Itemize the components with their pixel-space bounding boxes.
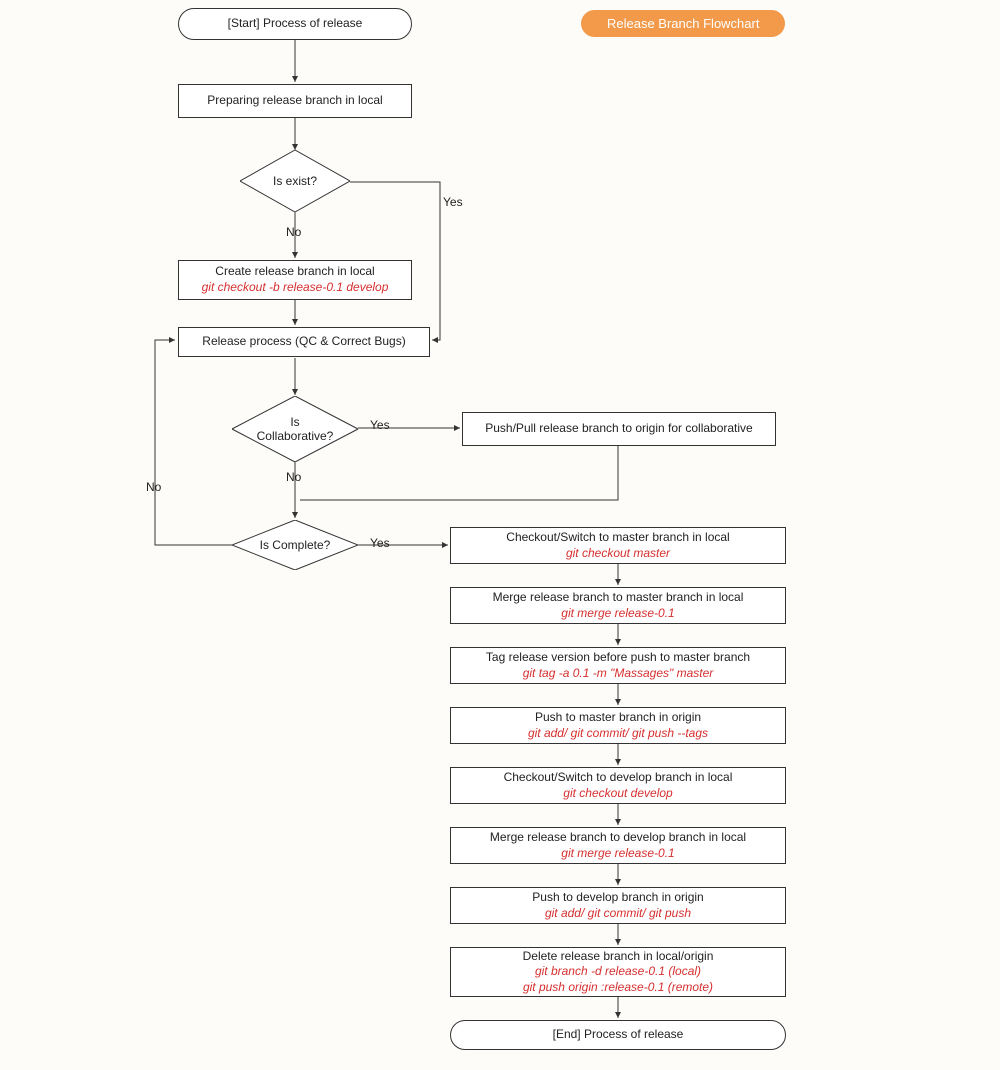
prepare-process: Preparing release branch in local — [178, 84, 412, 118]
merge-master-text: Merge release branch to master branch in… — [493, 590, 744, 606]
merge-develop-text: Merge release branch to develop branch i… — [490, 830, 746, 846]
checkout-develop-cmd: git checkout develop — [563, 786, 672, 802]
end-terminator: [End] Process of release — [450, 1020, 786, 1050]
title-badge: Release Branch Flowchart — [581, 10, 785, 37]
create-process: Create release branch in local git check… — [178, 260, 412, 300]
collab-decision-label: Is Collaborative? — [232, 415, 358, 443]
push-master-text: Push to master branch in origin — [535, 710, 701, 726]
collab-decision: Is Collaborative? — [232, 396, 358, 462]
exist-decision: Is exist? — [240, 150, 350, 212]
checkout-master-process: Checkout/Switch to master branch in loca… — [450, 527, 786, 564]
tag-cmd: git tag -a 0.1 -m "Massages" master — [523, 666, 714, 682]
checkout-master-cmd: git checkout master — [566, 546, 670, 562]
complete-decision-label: Is Complete? — [232, 538, 358, 552]
push-master-process: Push to master branch in origin git add/… — [450, 707, 786, 744]
create-cmd: git checkout -b release-0.1 develop — [202, 280, 389, 296]
push-develop-cmd: git add/ git commit/ git push — [545, 906, 691, 922]
collab-no-label: No — [286, 470, 301, 484]
delete-cmd2: git push origin :release-0.1 (remote) — [523, 980, 713, 996]
collab-yes-label: Yes — [370, 418, 390, 432]
checkout-develop-text: Checkout/Switch to develop branch in loc… — [504, 770, 733, 786]
complete-yes-label: Yes — [370, 536, 390, 550]
exist-yes-label: Yes — [443, 195, 463, 209]
complete-decision: Is Complete? — [232, 520, 358, 570]
merge-master-process: Merge release branch to master branch in… — [450, 587, 786, 624]
merge-develop-process: Merge release branch to develop branch i… — [450, 827, 786, 864]
exist-no-label: No — [286, 225, 301, 239]
checkout-master-text: Checkout/Switch to master branch in loca… — [506, 530, 729, 546]
complete-no-label: No — [146, 480, 161, 494]
push-develop-process: Push to develop branch in origin git add… — [450, 887, 786, 924]
merge-develop-cmd: git merge release-0.1 — [561, 846, 674, 862]
push-master-cmd: git add/ git commit/ git push --tags — [528, 726, 708, 742]
tag-process: Tag release version before push to maste… — [450, 647, 786, 684]
delete-cmd1: git branch -d release-0.1 (local) — [535, 964, 701, 980]
create-text: Create release branch in local — [215, 264, 374, 280]
merge-master-cmd: git merge release-0.1 — [561, 606, 674, 622]
checkout-develop-process: Checkout/Switch to develop branch in loc… — [450, 767, 786, 804]
push-develop-text: Push to develop branch in origin — [532, 890, 703, 906]
pushpull-process: Push/Pull release branch to origin for c… — [462, 412, 776, 446]
tag-text: Tag release version before push to maste… — [486, 650, 750, 666]
exist-decision-label: Is exist? — [240, 174, 350, 188]
delete-process: Delete release branch in local/origin gi… — [450, 947, 786, 997]
start-terminator: [Start] Process of release — [178, 8, 412, 40]
delete-text: Delete release branch in local/origin — [523, 949, 714, 965]
qc-process: Release process (QC & Correct Bugs) — [178, 327, 430, 357]
